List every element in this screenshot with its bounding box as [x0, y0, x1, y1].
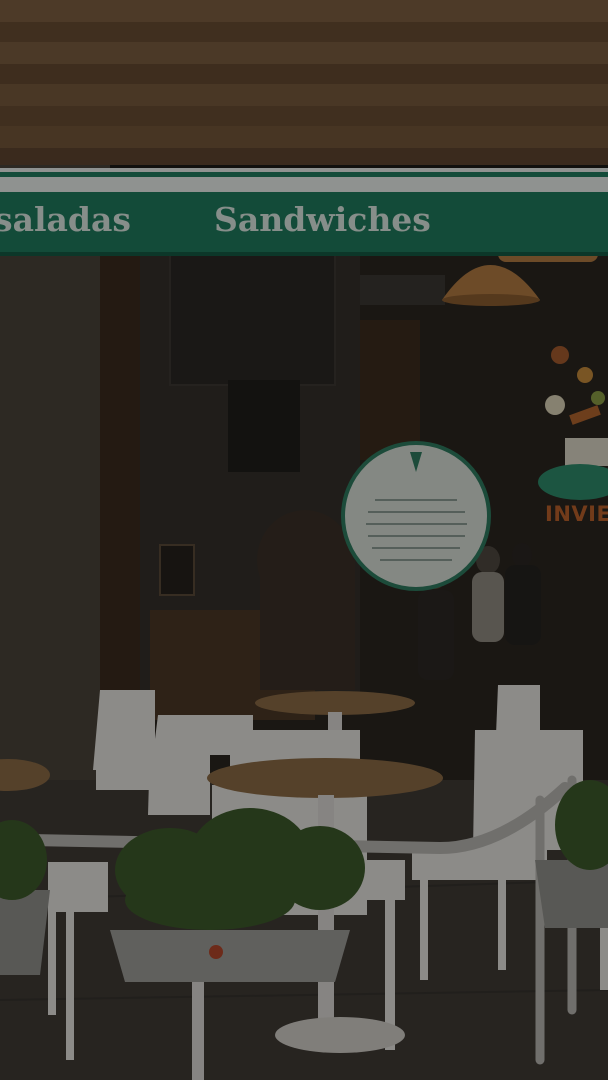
window-sign-text: INVIE — [545, 502, 608, 526]
cafe-terrace-scene — [0, 0, 608, 1080]
window-decal — [341, 441, 491, 591]
awning-text-saladas: saladas — [0, 200, 131, 239]
awning-sign: saladas Sandwiches — [0, 200, 608, 246]
awning-text-sandwiches: Sandwiches — [214, 200, 431, 239]
wood-ceiling — [0, 0, 608, 165]
